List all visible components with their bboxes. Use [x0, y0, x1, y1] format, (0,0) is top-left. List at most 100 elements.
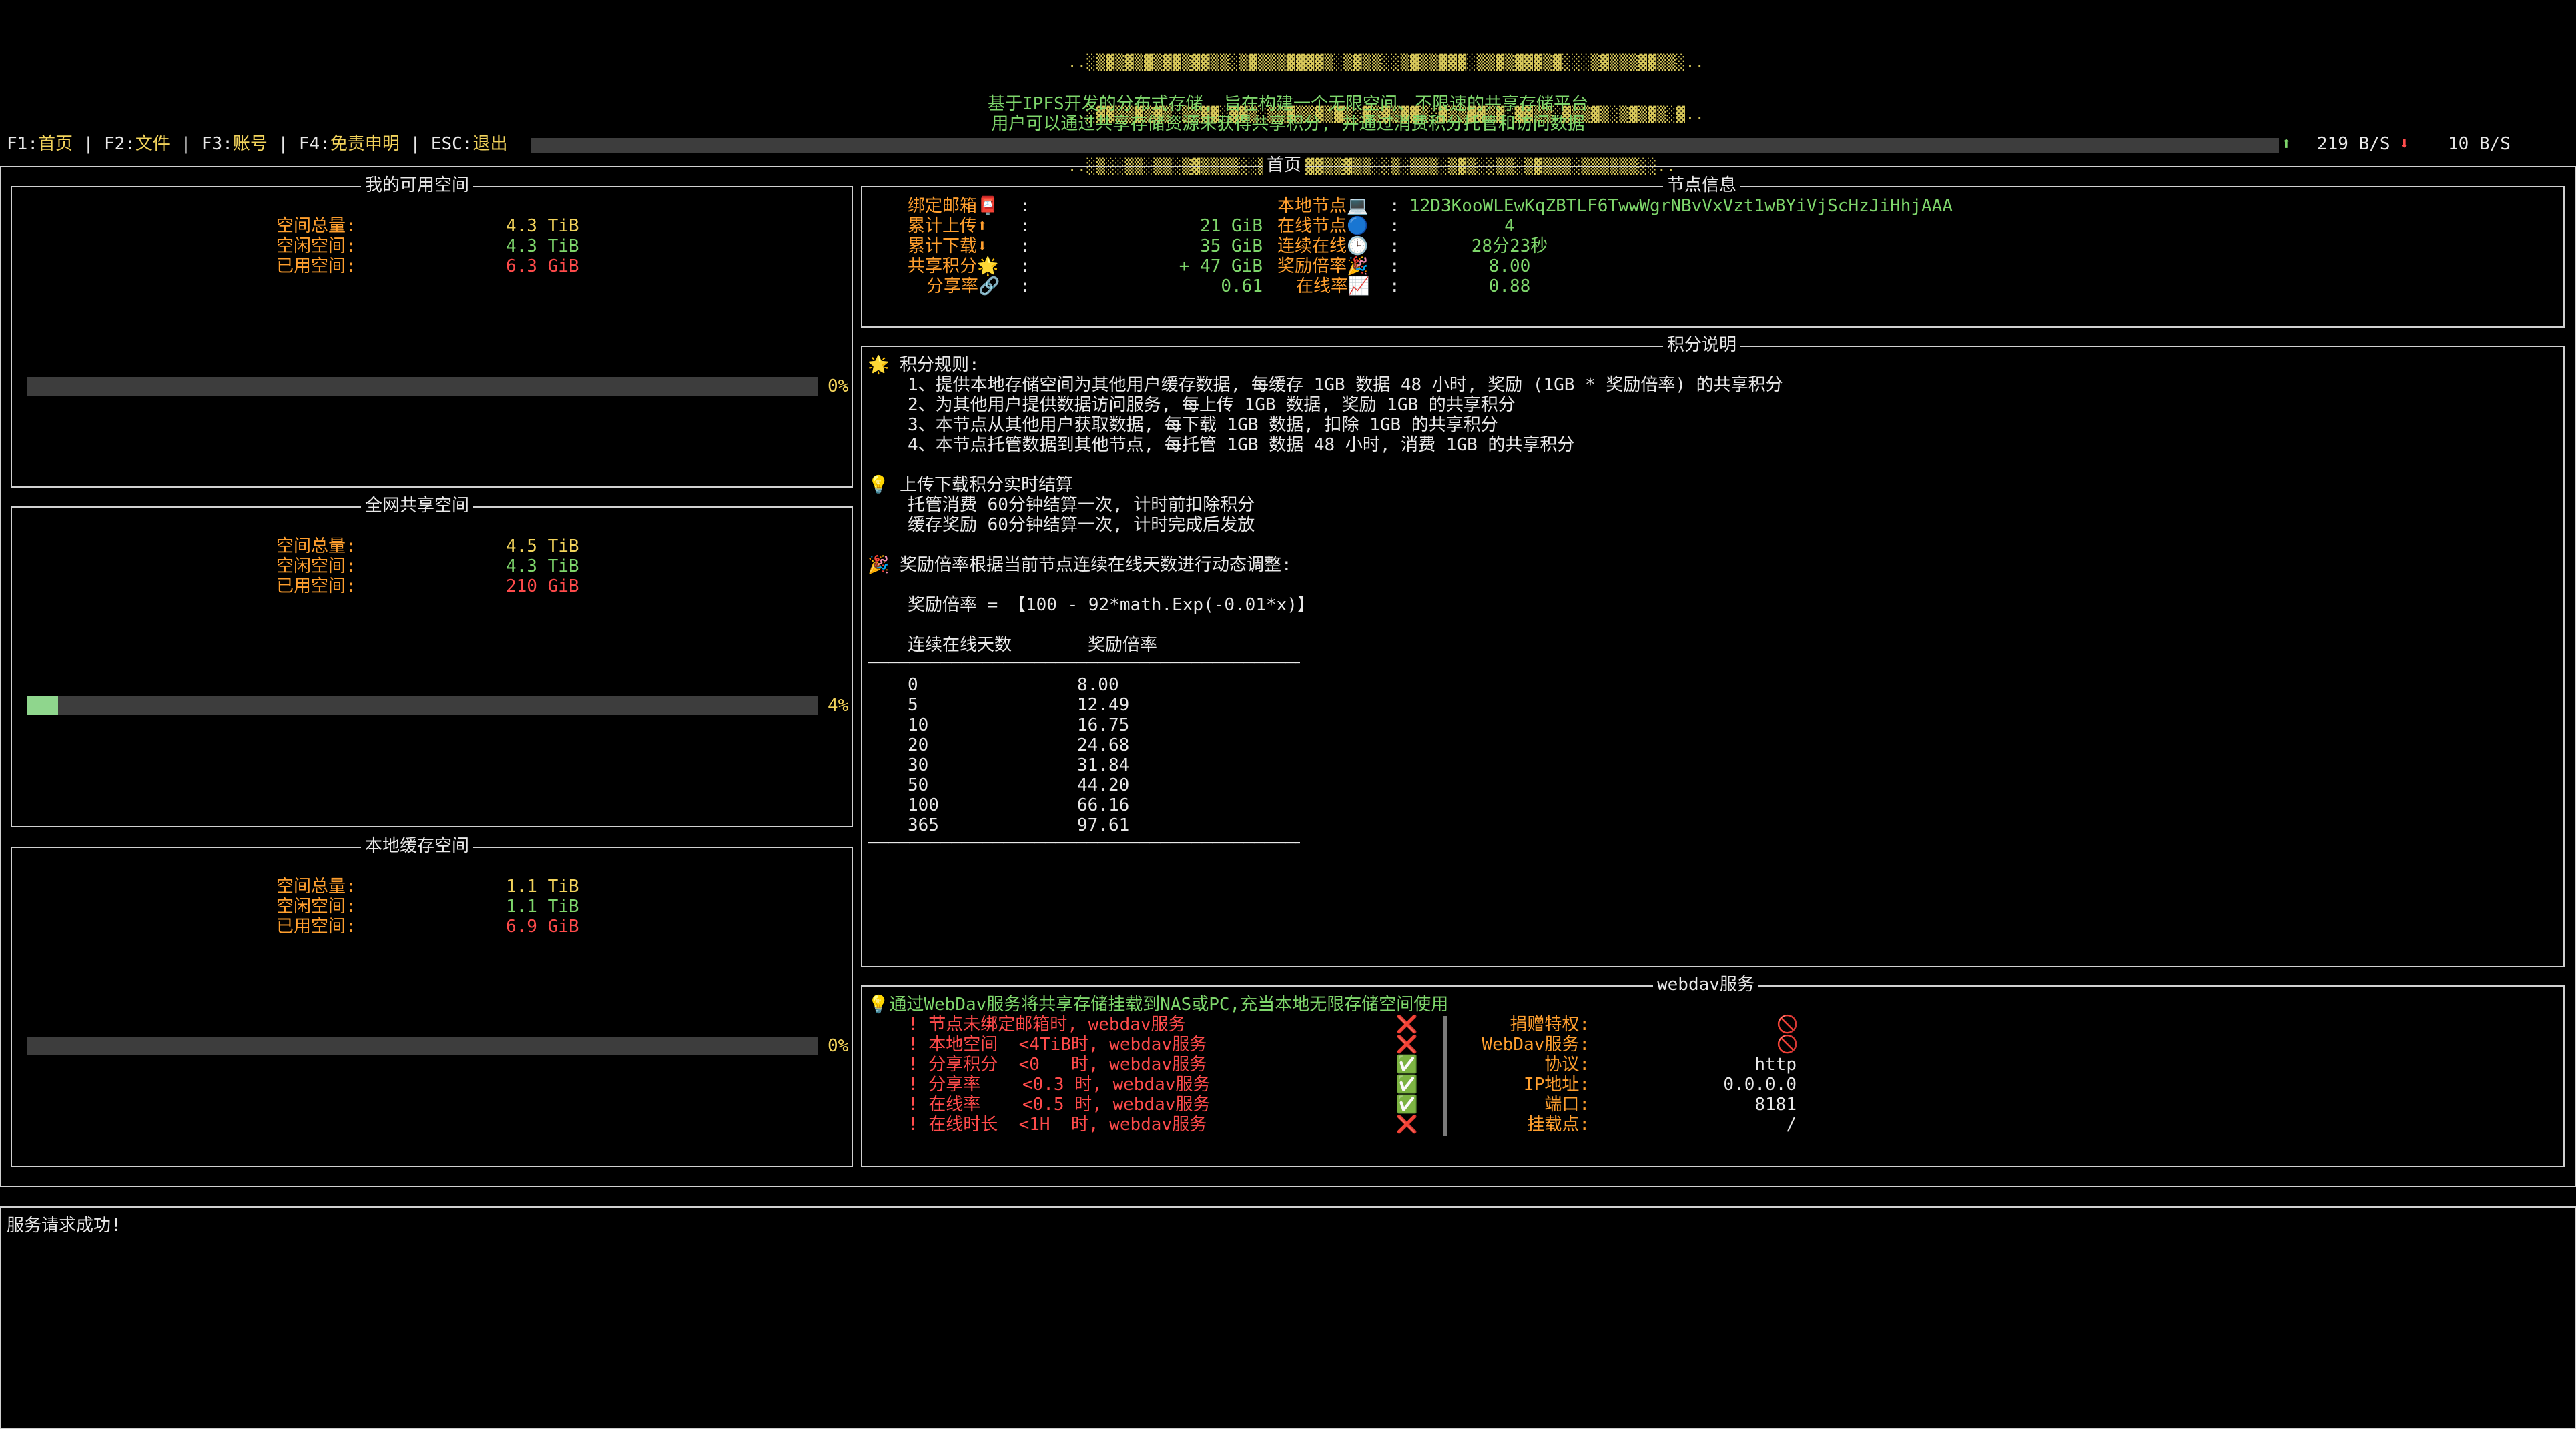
local-node-label: 本地节点💻 — [1277, 196, 1369, 216]
condition-line: ! 在线时长 <1H 时, webdav服务 — [908, 1115, 1207, 1135]
rule-line: 4、本节点托管数据到其他节点, 每托管 1GB 数据 48 小时, 消费 1GB… — [908, 435, 1575, 455]
used-value: 6.3 GiB — [506, 256, 579, 276]
total-value: 1.1 TiB — [506, 877, 579, 897]
protocol-value: http — [1754, 1055, 1797, 1075]
table-cell-days: 30 — [908, 755, 929, 775]
share-credit-label: 共享积分🌟 — [908, 256, 999, 276]
cross-icon: ❌ — [1396, 1035, 1418, 1055]
free-value: 4.3 TiB — [506, 236, 579, 256]
free-value: 4.3 TiB — [506, 556, 579, 576]
panel-title: 积分说明 — [1663, 335, 1741, 355]
arrow-up-icon: ⬆ — [2281, 134, 2292, 154]
table-cell-days: 20 — [908, 735, 929, 755]
table-cell-rate: 12.49 — [1077, 695, 1130, 715]
settle-line: 缓存奖励 60分钟结算一次, 计时完成后发放 — [908, 515, 1255, 535]
used-label: 已用空间: — [276, 576, 356, 596]
upload-speed: 219 B/S — [2317, 134, 2390, 154]
table-cell-rate: 31.84 — [1077, 755, 1130, 775]
free-label: 空闲空间: — [276, 236, 356, 256]
download-speed: 10 B/S — [2448, 134, 2511, 154]
ip-label: IP地址: — [1524, 1075, 1590, 1095]
usage-bar — [27, 696, 818, 715]
used-label: 已用空间: — [276, 917, 356, 937]
reward-formula: 奖励倍率 = 【100 - 92*math.Exp(-0.01*x)】 — [908, 595, 1315, 615]
menu-item-account[interactable]: F3:账号 — [202, 134, 268, 154]
check-icon: ✅ — [1396, 1055, 1418, 1075]
menu-item-files[interactable]: F2:文件 — [104, 134, 170, 154]
menu-item-home[interactable]: F1:首页 — [7, 134, 73, 154]
arrow-down-icon: ⬇ — [2399, 134, 2410, 154]
table-divider: ────────────────────────────────────────… — [868, 833, 1300, 853]
total-label: 空间总量: — [276, 536, 356, 556]
usage-percent: 0% — [828, 1036, 849, 1056]
free-value: 1.1 TiB — [506, 897, 579, 917]
free-label: 空闲空间: — [276, 897, 356, 917]
uptime-value: 28分23秒 — [1471, 236, 1548, 256]
table-header-rate: 奖励倍率 — [1088, 635, 1158, 655]
total-upload-value: 21 GiB — [1200, 216, 1263, 236]
donation-label: 捐赠特权: — [1510, 1015, 1590, 1035]
online-rate-label: 在线率📈 — [1296, 276, 1370, 296]
cross-icon: ❌ — [1396, 1115, 1418, 1135]
usage-bar — [27, 377, 818, 396]
column-separator — [1443, 1016, 1447, 1136]
table-cell-rate: 44.20 — [1077, 775, 1130, 795]
table-divider: ────────────────────────────────────────… — [868, 653, 1300, 673]
menu-item-disclaimer[interactable]: F4:免责申明 — [299, 134, 400, 154]
table-header-days: 连续在线天数 — [908, 635, 1012, 655]
mount-point-value: / — [1786, 1115, 1797, 1135]
table-cell-days: 10 — [908, 715, 929, 735]
port-label: 端口: — [1544, 1095, 1590, 1115]
node-info-panel: 节点信息 绑定邮箱📮 : 累计上传⬆ : 21 GiB 累计下载⬇ : 35 G… — [861, 175, 2565, 328]
status-log-panel: 服务请求成功! — [0, 1206, 2576, 1429]
panel-title: webdav服务 — [1653, 975, 1758, 995]
top-menu: F1:首页 | F2:文件 | F3:账号 | F4:免责申明 | ESC:退出 — [7, 134, 508, 154]
ip-value: 0.0.0.0 — [1723, 1075, 1797, 1095]
share-ratio-label: 分享率🔗 — [926, 276, 1000, 296]
panel-title: 节点信息 — [1663, 175, 1741, 195]
condition-line: ! 分享积分 <0 时, webdav服务 — [908, 1055, 1207, 1075]
table-cell-rate: 16.75 — [1077, 715, 1130, 735]
local-node-id: 12D3KooWLEwKqZBTLF6TwwWgrNBvVxVzt1wBYiVj… — [1409, 196, 1953, 216]
total-label: 空间总量: — [276, 216, 356, 236]
usage-bar — [27, 1037, 818, 1055]
condition-line: ! 本地空间 <4TiB时, webdav服务 — [908, 1035, 1207, 1055]
check-icon: ✅ — [1396, 1075, 1418, 1095]
table-cell-rate: 24.68 — [1077, 735, 1130, 755]
total-upload-label: 累计上传⬆ — [908, 216, 988, 236]
page-title: 首页 — [1263, 155, 1306, 175]
online-nodes-value: 4 — [1504, 216, 1515, 236]
table-cell-rate: 8.00 — [1077, 675, 1119, 695]
menu-item-exit[interactable]: ESC:退出 — [431, 134, 508, 154]
panel-title: 本地缓存空间 — [361, 836, 474, 856]
usage-percent: 4% — [828, 696, 849, 716]
used-value: 6.9 GiB — [506, 917, 579, 937]
network-activity-bar — [531, 138, 2279, 153]
prohibited-icon: 🚫 — [1777, 1035, 1799, 1055]
my-space-panel: 我的可用空间 空间总量: 4.3 TiB 空闲空间: 4.3 TiB 已用空间:… — [11, 175, 853, 488]
used-value: 210 GiB — [506, 576, 579, 596]
condition-line: ! 在线率 <0.5 时, webdav服务 — [908, 1095, 1211, 1115]
protocol-label: 协议: — [1544, 1055, 1590, 1075]
online-nodes-label: 在线节点🔵 — [1277, 216, 1369, 236]
table-cell-days: 50 — [908, 775, 929, 795]
rule-line: 1、提供本地存储空间为其他用户缓存数据, 每缓存 1GB 数据 48 小时, 奖… — [908, 375, 1783, 395]
usage-percent: 0% — [828, 376, 849, 396]
used-label: 已用空间: — [276, 256, 356, 276]
check-icon: ✅ — [1396, 1095, 1418, 1115]
score-info-panel: 积分说明 🌟 积分规则: 1、提供本地存储空间为其他用户缓存数据, 每缓存 1G… — [861, 335, 2565, 967]
uptime-label: 连续在线🕒 — [1277, 236, 1369, 256]
total-download-value: 35 GiB — [1200, 236, 1263, 256]
table-cell-days: 5 — [908, 695, 918, 715]
total-download-label: 累计下载⬇ — [908, 236, 988, 256]
condition-line: ! 分享率 <0.3 时, webdav服务 — [908, 1075, 1211, 1095]
online-rate-value: 0.88 — [1488, 276, 1531, 296]
email-label: 绑定邮箱📮 — [908, 196, 999, 216]
free-label: 空闲空间: — [276, 556, 356, 576]
rule-line: 2、为其他用户提供数据访问服务, 每上传 1GB 数据, 奖励 1GB 的共享积… — [908, 395, 1516, 415]
table-cell-days: 365 — [908, 815, 939, 835]
settle-header: 💡 上传下载积分实时结算 — [868, 475, 1074, 495]
status-message: 服务请求成功! — [7, 1216, 121, 1236]
network-space-panel: 全网共享空间 空间总量: 4.5 TiB 空闲空间: 4.3 TiB 已用空间:… — [11, 496, 853, 827]
table-cell-days: 0 — [908, 675, 918, 695]
